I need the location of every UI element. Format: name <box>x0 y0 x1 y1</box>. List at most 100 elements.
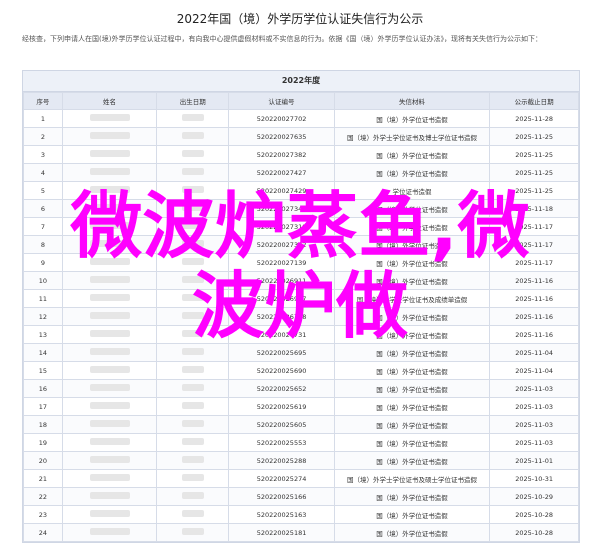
cell-date: 2025-11-16 <box>489 289 579 308</box>
cell-date: 2025-11-04 <box>489 361 579 380</box>
cell-birth-redacted <box>156 469 230 488</box>
cell-name-redacted <box>61 343 158 362</box>
cell-material: 国（境）外学位证书造假 <box>333 253 491 272</box>
redaction-block <box>181 222 204 229</box>
cell-id: 520220025652 <box>228 379 335 398</box>
table-row: 21 520220025274 国（境）外学士学位证书及硕士学位证书造假 2025-1… <box>23 469 579 488</box>
cell-material: 国（境）外学位证书造假 <box>333 487 491 506</box>
cell-date: 2025-10-31 <box>489 469 579 488</box>
cell-birth-redacted <box>156 487 230 506</box>
cell-birth-redacted <box>156 361 230 380</box>
cell-id: 520220025163 <box>228 505 335 524</box>
cell-birth-redacted <box>156 415 230 434</box>
cell-id: 520220025181 <box>228 523 335 542</box>
cell-date: 2025-11-25 <box>489 181 579 200</box>
cell-birth-redacted <box>156 379 230 398</box>
cell-material: 国（境）外学位证书造假 <box>333 235 491 254</box>
cell-date: 2025-11-17 <box>489 253 579 272</box>
cell-material: 国（境）外学士学位证书及硕士学位证书造假 <box>333 469 491 488</box>
table-row: 24 520220025181 国（境）外学位证书造假 2025-10-28 <box>23 523 579 542</box>
cell-date: 2025-11-18 <box>489 199 579 218</box>
cell-no: 24 <box>23 523 63 542</box>
cell-id: 520220027429 <box>228 181 335 200</box>
cell-material: 国（境）外学士学位证书及博士学位证书造假 <box>333 127 491 146</box>
cell-name-redacted <box>61 181 158 200</box>
redaction-block <box>181 312 204 319</box>
cell-name-redacted <box>61 253 158 272</box>
cell-name-redacted <box>61 415 158 434</box>
cell-date: 2025-11-25 <box>489 145 579 164</box>
cell-id: 520220025288 <box>228 451 335 470</box>
cell-date: 2025-11-16 <box>489 325 579 344</box>
redaction-block <box>89 420 130 427</box>
redaction-block <box>181 528 204 535</box>
table-row: 5 520220027429 学位证书造假 2025-11-25 <box>23 181 579 200</box>
cell-date: 2025-11-25 <box>489 127 579 146</box>
redaction-block <box>181 492 204 499</box>
cell-name-redacted <box>61 397 158 416</box>
cell-material: 国（境）外学位证书造假 <box>333 109 491 128</box>
cell-id: 520220027318 <box>228 217 335 236</box>
table-row: 2 520220027635 国（境）外学士学位证书及博士学位证书造假 2025-11… <box>23 127 579 146</box>
table-row: 11 520220026907 国（境）外学士学位证书及成绩单造假 2025-11-1… <box>23 289 579 308</box>
cell-birth-redacted <box>156 127 230 146</box>
table-row: 23 520220025163 国（境）外学位证书造假 2025-10-28 <box>23 505 579 524</box>
notice-table: 2022年度 序号 姓名 出生日期 认证编号 失信材料 公示截止日期 1 5202… <box>22 70 580 543</box>
redaction-block <box>181 186 204 193</box>
document-title: 2022年国（境）外学历学位认证失信行为公示 <box>176 12 424 26</box>
redaction-block <box>89 294 130 301</box>
cell-name-redacted <box>61 271 158 290</box>
cell-birth-redacted <box>156 109 230 128</box>
cell-material: 国（境）外学士学位证书及成绩单造假 <box>333 289 491 308</box>
cell-birth-redacted <box>156 523 230 542</box>
table-row: 14 520220025695 国（境）外学位证书造假 2025-11-04 <box>23 343 579 362</box>
redaction-block <box>89 258 130 265</box>
redaction-block <box>181 276 204 283</box>
cell-material: 国（境）外学位证书造假 <box>333 271 491 290</box>
cell-no: 11 <box>23 289 63 308</box>
redaction-block <box>181 330 204 337</box>
cell-birth-redacted <box>156 217 230 236</box>
cell-name-redacted <box>61 289 158 308</box>
cell-no: 4 <box>23 163 63 182</box>
redaction-block <box>181 474 204 481</box>
table-row: 13 520220026731 国（境）外学位证书造假 2025-11-16 <box>23 325 579 344</box>
cell-material: 国（境）外学位证书造假 <box>333 199 491 218</box>
cell-no: 2 <box>23 127 63 146</box>
redaction-block <box>181 384 204 391</box>
cell-date: 2025-11-16 <box>489 271 579 290</box>
cell-date: 2025-11-28 <box>489 109 579 128</box>
header-date: 公示截止日期 <box>489 92 579 110</box>
cell-date: 2025-11-17 <box>489 235 579 254</box>
cell-material: 国（境）外学位证书造假 <box>333 523 491 542</box>
cell-material: 国（境）外学位证书造假 <box>333 415 491 434</box>
redaction-block <box>89 528 130 535</box>
redaction-block <box>89 312 130 319</box>
redaction-block <box>89 150 130 157</box>
cell-name-redacted <box>61 451 158 470</box>
cell-name-redacted <box>61 361 158 380</box>
cell-id: 520220025166 <box>228 487 335 506</box>
redaction-block <box>181 294 204 301</box>
cell-no: 14 <box>23 343 63 362</box>
redaction-block <box>181 348 204 355</box>
cell-no: 22 <box>23 487 63 506</box>
table-row: 6 520220027341 国（境）外学位证书造假 2025-11-18 <box>23 199 579 218</box>
cell-birth-redacted <box>156 451 230 470</box>
cell-id: 520220027382 <box>228 145 335 164</box>
redaction-block <box>181 258 204 265</box>
cell-no: 12 <box>23 307 63 326</box>
cell-no: 7 <box>23 217 63 236</box>
cell-birth-redacted <box>156 433 230 452</box>
cell-id: 520220025690 <box>228 361 335 380</box>
table-row: 20 520220025288 国（境）外学位证书造假 2025-11-01 <box>23 451 579 470</box>
table-row: 17 520220025619 国（境）外学位证书造假 2025-11-03 <box>23 397 579 416</box>
cell-date: 2025-11-01 <box>489 451 579 470</box>
cell-id: 520220027427 <box>228 163 335 182</box>
redaction-block <box>89 330 130 337</box>
cell-material: 国（境）外学位证书造假 <box>333 451 491 470</box>
redaction-block <box>89 114 130 121</box>
cell-name-redacted <box>61 145 158 164</box>
redaction-block <box>89 438 130 445</box>
header-id: 认证编号 <box>228 92 335 110</box>
